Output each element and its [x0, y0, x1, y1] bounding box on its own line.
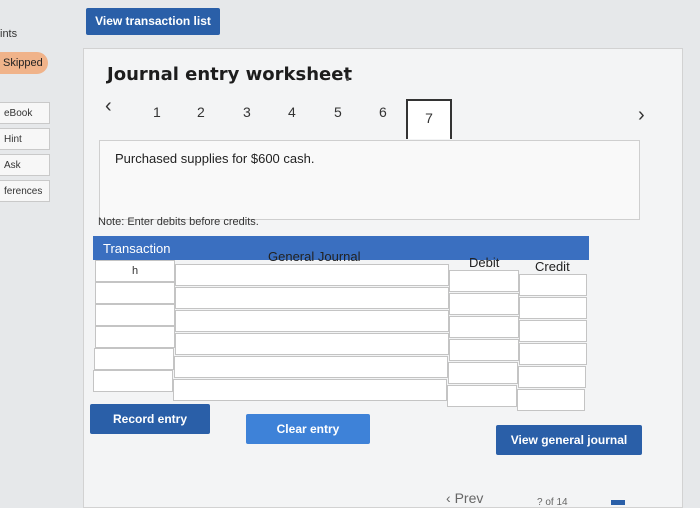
debit-input[interactable] — [449, 270, 519, 292]
points-label: ints — [0, 28, 18, 40]
view-transaction-list-button[interactable]: View transaction list — [86, 8, 220, 35]
credit-input[interactable] — [519, 297, 587, 319]
debit-input[interactable] — [447, 385, 517, 407]
credit-input[interactable] — [519, 274, 587, 296]
step-6[interactable]: 6 — [379, 104, 387, 120]
transaction-cell[interactable] — [95, 326, 175, 348]
transaction-cell[interactable] — [93, 370, 173, 392]
account-input[interactable] — [174, 356, 448, 378]
grid-icon[interactable] — [611, 500, 625, 505]
header-credit: Credit — [517, 236, 589, 274]
account-input[interactable] — [175, 333, 449, 355]
credit-input[interactable] — [518, 366, 586, 388]
chevron-left-icon[interactable]: ‹ — [105, 95, 112, 118]
step-2[interactable]: 2 — [197, 104, 205, 120]
step-1[interactable]: 1 — [153, 104, 161, 120]
account-input[interactable] — [175, 287, 449, 309]
clear-entry-button[interactable]: Clear entry — [246, 414, 370, 444]
header-debit: Debit — [449, 236, 517, 270]
header-transaction-label: Transaction — [103, 241, 171, 256]
transaction-description-box: Purchased supplies for $600 cash. — [99, 140, 640, 220]
account-input[interactable] — [173, 379, 447, 401]
account-input[interactable] — [175, 264, 449, 286]
note-text: Note: Enter debits before credits. — [98, 216, 259, 228]
transaction-description: Purchased supplies for $600 cash. — [115, 151, 315, 166]
step-4[interactable]: 4 — [288, 104, 296, 120]
header-general-journal-label: General Journal — [268, 249, 361, 264]
transaction-cell[interactable] — [95, 304, 175, 326]
decorative-dot — [346, 78, 349, 81]
debit-input[interactable] — [449, 339, 519, 361]
sidebar-tab-references[interactable]: ferences — [0, 180, 50, 202]
header-debit-label: Debit — [469, 255, 500, 270]
step-5[interactable]: 5 — [334, 104, 342, 120]
page-title: Journal entry worksheet — [107, 64, 353, 85]
step-7-active[interactable]: 7 — [406, 99, 452, 139]
debit-input[interactable] — [449, 316, 519, 338]
credit-input[interactable] — [519, 320, 587, 342]
transaction-id: h — [132, 265, 139, 277]
sidebar-tab-ask[interactable]: Ask — [0, 154, 50, 176]
sidebar-tab-ebook[interactable]: eBook — [0, 102, 50, 124]
header-general-journal: General Journal — [173, 236, 449, 264]
sidebar-tab-hint[interactable]: Hint — [0, 128, 50, 150]
account-input[interactable] — [175, 310, 449, 332]
record-entry-button[interactable]: Record entry — [90, 404, 210, 434]
transaction-cell[interactable] — [94, 348, 174, 370]
prev-page-link[interactable]: ‹ Prev — [446, 490, 483, 506]
transaction-cell[interactable] — [95, 282, 175, 304]
credit-input[interactable] — [517, 389, 585, 411]
credit-input[interactable] — [519, 343, 587, 365]
header-credit-label: Credit — [535, 259, 570, 274]
header-transaction: Transaction — [93, 236, 173, 260]
transaction-cell[interactable]: h — [95, 260, 175, 282]
view-general-journal-button[interactable]: View general journal — [496, 425, 642, 455]
skipped-badge: Skipped — [0, 52, 48, 74]
prev-label: Prev — [454, 490, 484, 506]
debit-input[interactable] — [448, 362, 518, 384]
chevron-right-icon[interactable]: › — [638, 104, 645, 127]
page-count: ? of 14 — [537, 497, 568, 508]
step-3[interactable]: 3 — [243, 104, 251, 120]
debit-input[interactable] — [449, 293, 519, 315]
